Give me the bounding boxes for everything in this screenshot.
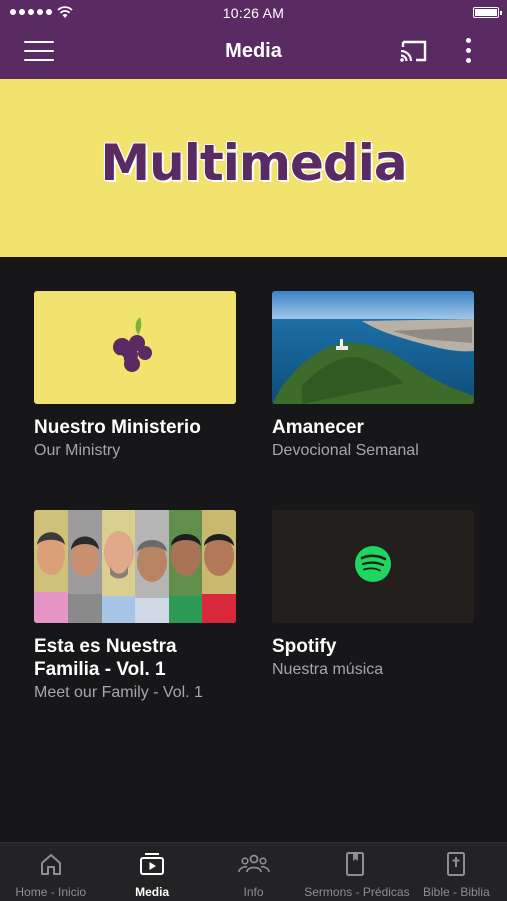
- card-subtitle: Nuestra música: [272, 661, 384, 678]
- card-subtitle: Devocional Semanal: [272, 442, 419, 459]
- card-nuestro-ministerio[interactable]: Nuestro Ministerio Our Ministry: [34, 291, 236, 462]
- bottom-navigation: Home - Inicio Media Info Sermons - Prédi…: [0, 842, 507, 901]
- bible-icon: [447, 852, 466, 876]
- nav-label: Media: [135, 885, 170, 899]
- card-title: Nuestro Ministerio: [34, 417, 201, 438]
- card-thumbnail: [34, 291, 236, 404]
- nav-item-home[interactable]: Home - Inicio: [0, 843, 101, 901]
- card-thumbnail: [272, 291, 474, 404]
- grapes-logo-icon: [113, 317, 152, 372]
- multimedia-banner: Multimedia: [0, 79, 507, 257]
- status-bar: 10:26 AM: [0, 0, 507, 26]
- cast-icon[interactable]: [398, 38, 430, 66]
- coastal-city-photo: [272, 291, 474, 404]
- card-title: Amanecer: [272, 417, 364, 438]
- nav-label: Sermons - Prédicas: [304, 885, 410, 899]
- nav-item-info[interactable]: Info: [203, 843, 304, 901]
- home-icon: [40, 854, 61, 875]
- card-thumbnail: [272, 510, 474, 623]
- more-options-button[interactable]: [458, 38, 478, 68]
- media-icon: [140, 853, 165, 875]
- nav-item-bible[interactable]: Bible - Biblia: [406, 843, 507, 901]
- nav-label: Home - Inicio: [15, 885, 87, 899]
- nav-item-media[interactable]: Media: [101, 843, 202, 901]
- card-nuestra-familia[interactable]: Esta es Nuestra Familia - Vol. 1 Meet ou…: [34, 510, 236, 704]
- card-subtitle: Meet our Family - Vol. 1: [34, 684, 203, 701]
- bookmark-book-icon: [345, 852, 364, 876]
- spotify-logo-icon: [355, 546, 391, 582]
- card-spotify[interactable]: Spotify Nuestra música: [272, 510, 474, 681]
- card-subtitle: Our Ministry: [34, 442, 121, 459]
- people-icon: [237, 854, 270, 873]
- family-portraits-photo: [34, 510, 236, 623]
- card-thumbnail: [34, 510, 236, 623]
- battery-icon: [473, 7, 502, 18]
- banner-title: Multimedia: [100, 134, 407, 192]
- card-title: Spotify: [272, 636, 337, 657]
- nav-label: Bible - Biblia: [422, 885, 490, 899]
- status-time: 10:26 AM: [222, 5, 285, 21]
- card-amanecer[interactable]: Amanecer Devocional Semanal: [272, 291, 474, 462]
- nav-label: Info: [243, 885, 264, 899]
- app-bar: Media: [0, 26, 507, 79]
- nav-item-sermons[interactable]: Sermons - Prédicas: [304, 843, 410, 901]
- card-title: Esta es Nuestra Familia - Vol. 1: [34, 636, 177, 680]
- page-title: Media: [225, 40, 282, 62]
